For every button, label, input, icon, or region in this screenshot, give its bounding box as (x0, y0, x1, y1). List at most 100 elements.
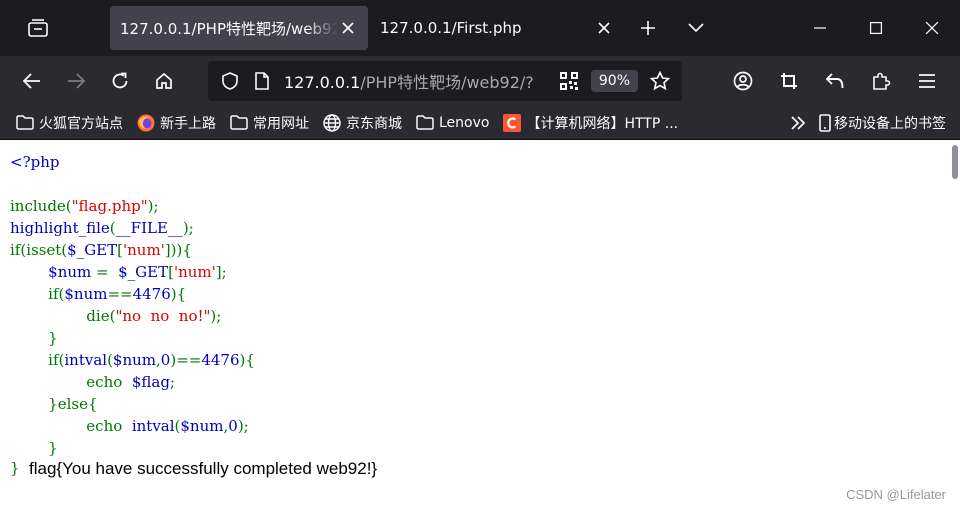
mobile-device-icon (819, 113, 831, 132)
new-tab-button[interactable] (624, 0, 672, 56)
bookmark-label: 新手上路 (160, 115, 216, 132)
undo-arrow-icon (826, 73, 844, 89)
tab-title: 127.0.0.1/First.php (380, 19, 522, 37)
code-token: } (48, 439, 58, 457)
mobile-bookmarks[interactable]: 移动设备上的书签 (811, 113, 960, 133)
url-bar[interactable]: 127.0.0.1/PHP特性靶场/web92/? 90% (208, 61, 682, 101)
tab-bar: 127.0.0.1/PHP特性靶场/web92/ 127.0.0.1/First… (0, 0, 960, 56)
close-window-button[interactable] (904, 0, 960, 56)
bookmark-label: 【计算机网络】HTTP ... (526, 115, 679, 132)
maximize-button[interactable] (848, 0, 904, 56)
firefox-view-icon (28, 19, 48, 37)
bookmark-item[interactable]: 【计算机网络】HTTP ... (503, 113, 678, 133)
code-token: if( (48, 351, 65, 369)
firefox-view-button[interactable] (0, 0, 76, 56)
code-token: 4476 (132, 285, 171, 303)
url-text[interactable]: 127.0.0.1/PHP特性靶场/web92/? (284, 69, 553, 93)
code-token: die( (86, 307, 116, 325)
star-icon (650, 71, 670, 91)
code-token: include( (10, 197, 72, 215)
list-all-tabs-button[interactable] (672, 0, 720, 56)
code-token: ); (237, 417, 249, 435)
bookmark-item[interactable]: 火狐官方站点 (16, 113, 123, 133)
code-token: $flag (131, 373, 170, 391)
screenshot-button[interactable] (766, 61, 812, 101)
forward-button[interactable] (54, 61, 98, 101)
code-token: $num (48, 263, 97, 281)
code-token: $num (180, 417, 224, 435)
extensions-button[interactable] (858, 61, 904, 101)
undo-button[interactable] (812, 61, 858, 101)
plus-icon (641, 21, 655, 35)
window-controls (792, 0, 960, 56)
tracking-protection-button[interactable] (214, 65, 246, 97)
code-token: ])){ (164, 241, 192, 259)
home-button[interactable] (142, 61, 186, 101)
tab-title: 127.0.0.1/PHP特性靶场/web92/ (120, 19, 338, 38)
crop-icon (781, 73, 797, 89)
code-token: ); (147, 197, 159, 215)
mobile-bookmarks-label: 移动设备上的书签 (834, 115, 946, 132)
qr-code-button[interactable] (553, 65, 585, 97)
code-token: $_GET (67, 241, 118, 259)
code-token: 'num' (173, 263, 216, 281)
bookmark-item[interactable]: Lenovo (416, 114, 489, 132)
hamburger-menu-icon (919, 74, 935, 88)
tab-close-button[interactable] (594, 18, 614, 38)
bookmark-label: 火狐官方站点 (39, 115, 123, 132)
code-token: 4476 (201, 351, 240, 369)
close-icon (342, 22, 354, 34)
globe-icon (323, 113, 341, 132)
chevron-down-icon (688, 23, 704, 33)
bookmark-item[interactable]: 常用网址 (230, 113, 309, 133)
app-menu-button[interactable] (904, 61, 950, 101)
csdn-icon (503, 113, 522, 132)
bookmark-item[interactable]: 京东商城 (323, 113, 402, 133)
account-icon (733, 71, 753, 91)
qr-code-icon (559, 72, 578, 90)
arrow-right-icon (68, 73, 85, 89)
minimize-button[interactable] (792, 0, 848, 56)
code-token: ); (182, 219, 194, 237)
code-closing-brace: } (10, 459, 20, 477)
code-token: )== (170, 351, 202, 369)
account-button[interactable] (720, 61, 766, 101)
code-token: "flag.php" (71, 197, 148, 215)
maximize-icon (870, 22, 882, 34)
bookmark-star-button[interactable] (644, 65, 676, 97)
vertical-scrollbar[interactable] (952, 145, 958, 179)
folder-icon (230, 114, 248, 132)
code-token: == (107, 285, 133, 303)
reload-button[interactable] (98, 61, 142, 101)
tab-close-button[interactable] (338, 18, 358, 38)
close-icon (926, 22, 938, 34)
bookmark-label: 常用网址 (253, 115, 309, 132)
code-token: } (48, 329, 58, 347)
code-token: 0 (160, 351, 171, 369)
zoom-level-button[interactable]: 90% (590, 70, 638, 92)
bookmark-label: Lenovo (439, 114, 490, 131)
code-token: intval (131, 417, 175, 435)
tab-web92[interactable]: 127.0.0.1/PHP特性靶场/web92/ (110, 6, 368, 50)
code-token: "no no no!" (115, 307, 211, 325)
php-open-tag: <?php (10, 153, 60, 171)
tab-first-php[interactable]: 127.0.0.1/First.php (368, 6, 624, 50)
back-button[interactable] (10, 61, 54, 101)
minimize-icon (814, 27, 826, 29)
folder-icon (416, 114, 434, 132)
bookmark-item[interactable]: 新手上路 (137, 113, 216, 133)
code-token: ]; (215, 263, 227, 281)
firefox-icon (137, 114, 155, 132)
code-token: echo (86, 417, 128, 435)
code-token: echo (86, 373, 128, 391)
code-token: }else{ (48, 395, 98, 413)
bookmark-label: 京东商城 (346, 115, 402, 132)
navigation-toolbar: 127.0.0.1/PHP特性靶场/web92/? 90% (0, 56, 960, 106)
site-info-button[interactable] (246, 65, 278, 97)
url-path: /PHP特性靶场/web92/? (360, 73, 534, 92)
bookmarks-toolbar: 火狐官方站点 新手上路 常用网址 京东商城 Lenovo 【计算机网络】HTTP… (0, 106, 960, 140)
code-token: if(isset( (10, 241, 68, 259)
close-icon (598, 22, 610, 34)
more-bookmarks-button[interactable] (785, 115, 811, 130)
code-token: ); (210, 307, 222, 325)
